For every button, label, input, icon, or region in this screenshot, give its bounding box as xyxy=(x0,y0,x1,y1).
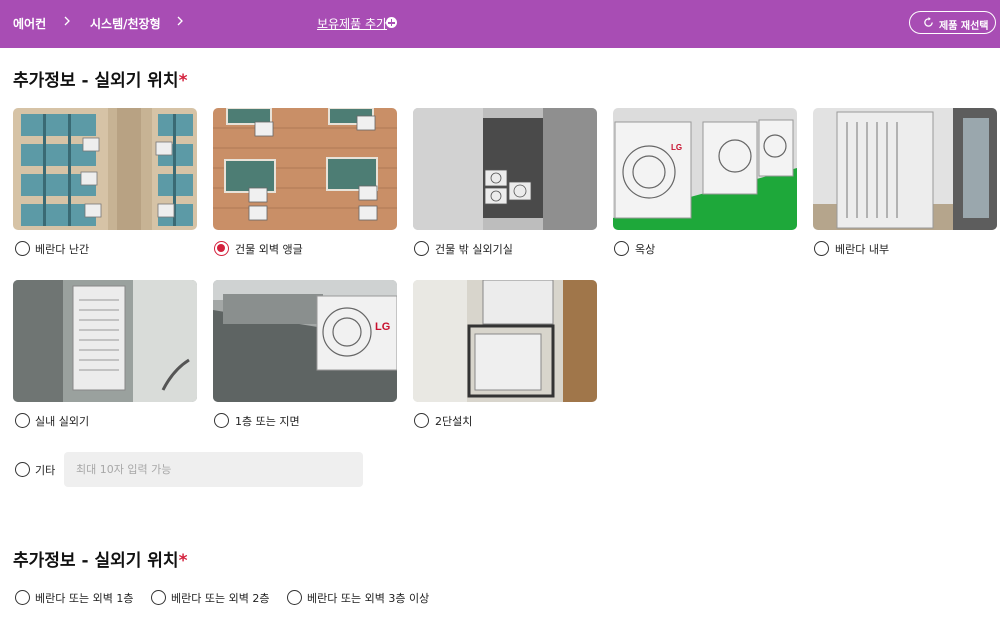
label-ground-floor[interactable]: 1층 또는 지면 xyxy=(235,413,300,429)
radio-floor-1[interactable] xyxy=(15,590,30,605)
label-balcony-inside[interactable]: 베란다 내부 xyxy=(835,241,889,257)
required-mark: * xyxy=(178,551,188,571)
option-image-balcony-railing[interactable] xyxy=(13,108,197,230)
section-title-2: 추가정보 - 실외기 위치* xyxy=(13,546,187,571)
section-title: 추가정보 - 실외기 위치* xyxy=(13,66,187,91)
label-other[interactable]: 기타 xyxy=(35,462,55,478)
radio-wall-bracket[interactable] xyxy=(214,241,229,256)
wall-bracket-photo xyxy=(213,108,397,230)
plus-circle-icon[interactable] xyxy=(386,17,397,28)
label-outdoor-room[interactable]: 건물 밖 실외기실 xyxy=(435,241,513,257)
balcony-inside-photo xyxy=(813,108,997,230)
add-owned-product-link[interactable]: 보유제품 추가 xyxy=(317,15,387,32)
label-balcony-railing[interactable]: 베란다 난간 xyxy=(35,241,89,257)
breadcrumb-system[interactable]: 시스템/천장형 xyxy=(90,15,161,32)
label-wall-bracket[interactable]: 건물 외벽 앵글 xyxy=(235,241,303,257)
label-rooftop[interactable]: 옥상 xyxy=(635,241,655,257)
svg-text:LG: LG xyxy=(671,143,682,152)
option-image-indoor-unit[interactable] xyxy=(13,280,197,402)
label-floor-2[interactable]: 베란다 또는 외벽 2층 xyxy=(171,590,269,606)
label-two-tier[interactable]: 2단설치 xyxy=(435,413,472,429)
required-mark: * xyxy=(178,71,188,91)
rooftop-photo: LG xyxy=(613,108,797,230)
ground-floor-photo: LG xyxy=(213,280,397,402)
option-image-outdoor-room[interactable] xyxy=(413,108,597,230)
section-title-2-text: 추가정보 - 실외기 위치 xyxy=(13,551,179,571)
radio-floor-3-plus[interactable] xyxy=(287,590,302,605)
section-title-text: 추가정보 - 실외기 위치 xyxy=(13,71,179,91)
radio-floor-2[interactable] xyxy=(151,590,166,605)
radio-outdoor-room[interactable] xyxy=(414,241,429,256)
refresh-icon xyxy=(924,17,933,27)
radio-other[interactable] xyxy=(15,462,30,477)
radio-balcony-railing[interactable] xyxy=(15,241,30,256)
outdoor-room-photo xyxy=(413,108,597,230)
breadcrumb-aircon[interactable]: 에어컨 xyxy=(13,15,46,32)
option-image-rooftop[interactable]: LG xyxy=(613,108,797,230)
radio-balcony-inside[interactable] xyxy=(814,241,829,256)
indoor-unit-photo xyxy=(13,280,197,402)
reselect-label: 제품 재선택 xyxy=(939,21,989,32)
balcony-railing-photo xyxy=(13,108,197,230)
svg-text:LG: LG xyxy=(375,321,390,333)
radio-two-tier[interactable] xyxy=(414,413,429,428)
label-indoor-unit[interactable]: 실내 실외기 xyxy=(35,413,89,429)
option-image-ground-floor[interactable]: LG xyxy=(213,280,397,402)
radio-ground-floor[interactable] xyxy=(214,413,229,428)
reselect-product-button[interactable]: 제품 재선택 xyxy=(909,11,996,34)
two-tier-photo xyxy=(413,280,597,402)
other-text-input[interactable] xyxy=(64,452,363,487)
top-bar: 에어컨 시스템/천장형 보유제품 추가 제품 재선택 xyxy=(0,0,1000,48)
radio-indoor-unit[interactable] xyxy=(15,413,30,428)
option-image-balcony-inside[interactable] xyxy=(813,108,997,230)
option-image-two-tier[interactable] xyxy=(413,280,597,402)
label-floor-1[interactable]: 베란다 또는 외벽 1층 xyxy=(35,590,133,606)
option-image-wall-bracket[interactable] xyxy=(213,108,397,230)
label-floor-3-plus[interactable]: 베란다 또는 외벽 3층 이상 xyxy=(307,590,429,606)
chevron-right-icon xyxy=(177,16,183,26)
radio-rooftop[interactable] xyxy=(614,241,629,256)
chevron-right-icon xyxy=(64,16,70,26)
